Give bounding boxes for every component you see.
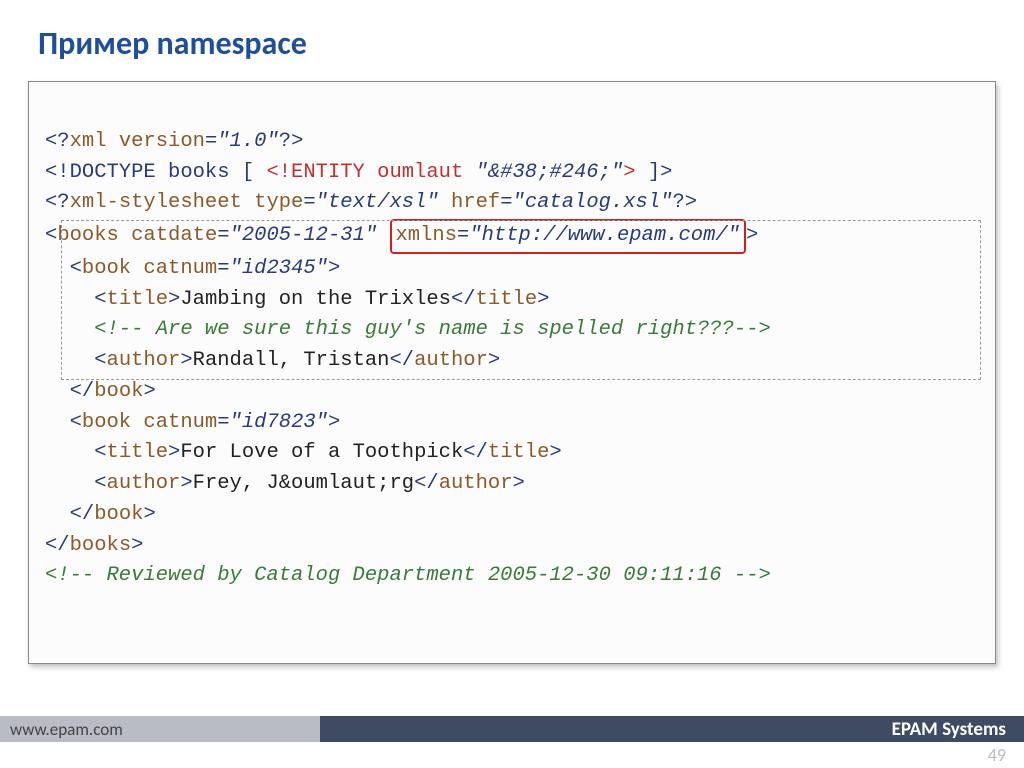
- tag-end: >: [131, 534, 143, 557]
- xml-decl-open: <?: [45, 130, 70, 153]
- author2-close: </: [414, 472, 439, 495]
- book-tag: book: [94, 380, 143, 403]
- title1-text: Jambing on the Trixles: [180, 288, 451, 311]
- catnum-val2: "id7823": [230, 411, 328, 434]
- tag-end: >: [168, 441, 180, 464]
- book-tag: book: [82, 257, 131, 280]
- catdate-val: "2005-12-31": [230, 224, 378, 247]
- catnum-attr: catnum: [131, 411, 217, 434]
- catdate-attr: catdate: [119, 224, 217, 247]
- title1-open: <: [45, 288, 107, 311]
- books-open: <: [45, 224, 57, 247]
- author-tag: author: [107, 472, 181, 495]
- eq: =: [457, 224, 469, 247]
- xml-decl-kw: xml version: [70, 130, 205, 153]
- tag-end: >: [328, 411, 340, 434]
- book2-close: </: [45, 503, 94, 526]
- doctype-open: <!DOCTYPE books [: [45, 161, 266, 184]
- href-attr: href: [439, 191, 501, 214]
- catnum-attr: catnum: [131, 257, 217, 280]
- pi-open: <?: [45, 191, 70, 214]
- tag-end: >: [488, 349, 500, 372]
- books-tag: books: [70, 534, 132, 557]
- doctype-close: ]>: [636, 161, 673, 184]
- books-tag: books: [57, 224, 119, 247]
- tag-end: >: [143, 380, 155, 403]
- books-open-end: >: [746, 224, 758, 247]
- tag-end: >: [513, 472, 525, 495]
- entity-value: "&#38;#246;": [476, 161, 624, 184]
- code-block: <?xml version="1.0"?> <!DOCTYPE books [ …: [28, 81, 996, 664]
- title-tag: title: [488, 441, 550, 464]
- eq: =: [205, 130, 217, 153]
- book1-open: <: [45, 257, 82, 280]
- tag-end: >: [328, 257, 340, 280]
- eq: =: [500, 191, 512, 214]
- title2-text: For Love of a Toothpick: [180, 441, 463, 464]
- footer-url: www.epam.com: [0, 716, 320, 742]
- books-close: </: [45, 534, 70, 557]
- comment1: <!-- Are we sure this guy's name is spel…: [45, 318, 771, 341]
- tag-end: >: [143, 503, 155, 526]
- title1-close: </: [451, 288, 476, 311]
- author1-open: <: [45, 349, 107, 372]
- page-number: 49: [988, 744, 1006, 766]
- xmlns-attr: xmlns: [396, 224, 458, 247]
- xmlns-val: "http://www.epam.com/": [469, 224, 740, 247]
- book1-close: </: [45, 380, 94, 403]
- title-tag: title: [107, 441, 169, 464]
- footer: www.epam.com EPAM Systems: [0, 716, 1024, 742]
- footer-company: EPAM Systems: [320, 716, 1024, 742]
- eq: =: [217, 224, 229, 247]
- slide-title: Пример namespace: [0, 0, 1024, 81]
- href-val: "catalog.xsl": [513, 191, 673, 214]
- catnum-val1: "id2345": [230, 257, 328, 280]
- title-tag: title: [107, 288, 169, 311]
- tag-end: >: [180, 472, 192, 495]
- eq: =: [217, 411, 229, 434]
- book-tag: book: [82, 411, 131, 434]
- title2-open: <: [45, 441, 107, 464]
- author1-text: Randall, Tristan: [193, 349, 390, 372]
- author2-open: <: [45, 472, 107, 495]
- comment2: <!-- Reviewed by Catalog Department 2005…: [45, 564, 771, 587]
- tag-end: >: [537, 288, 549, 311]
- xml-decl-close: ?>: [279, 130, 304, 153]
- xml-version: "1.0": [217, 130, 279, 153]
- eq: =: [217, 257, 229, 280]
- author1-close: </: [389, 349, 414, 372]
- xmlns-highlight: xmlns="http://www.epam.com/": [390, 219, 746, 254]
- entity-close: >: [623, 161, 635, 184]
- tag-end: >: [168, 288, 180, 311]
- eq: =: [303, 191, 315, 214]
- author-tag: author: [414, 349, 488, 372]
- title-tag: title: [476, 288, 538, 311]
- stylesheet-type: xml-stylesheet type: [70, 191, 304, 214]
- title2-close: </: [463, 441, 488, 464]
- entity-decl: <!ENTITY oumlaut: [266, 161, 475, 184]
- type-val: "text/xsl": [316, 191, 439, 214]
- tag-end: >: [549, 441, 561, 464]
- author-tag: author: [439, 472, 513, 495]
- author-tag: author: [107, 349, 181, 372]
- pi-close: ?>: [672, 191, 697, 214]
- book-tag: book: [94, 503, 143, 526]
- book2-open: <: [45, 411, 82, 434]
- author2-text: Frey, J&oumlaut;rg: [193, 472, 414, 495]
- tag-end: >: [180, 349, 192, 372]
- sp: [377, 224, 389, 247]
